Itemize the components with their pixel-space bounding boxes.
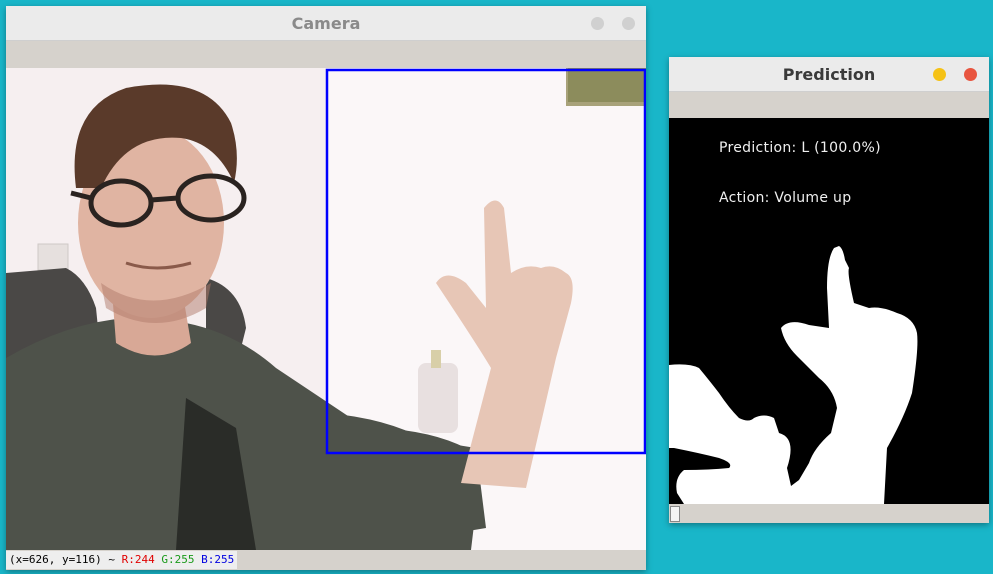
- green-value: G:255: [161, 553, 195, 566]
- hand-mask-image: Prediction: L (100.0%) Action: Volume up: [669, 118, 989, 504]
- prediction-toolbar: [669, 92, 989, 118]
- camera-image: [6, 68, 646, 550]
- camera-titlebar[interactable]: Camera: [6, 6, 646, 41]
- prediction-canvas[interactable]: Prediction: L (100.0%) Action: Volume up: [669, 118, 989, 504]
- camera-close-button[interactable]: [622, 17, 635, 30]
- camera-feed[interactable]: [6, 68, 646, 550]
- camera-window-title: Camera: [291, 13, 361, 33]
- cursor-coords: (x=626, y=116) ~: [9, 553, 115, 566]
- pixel-info: (x=626, y=116) ~ R:244 G:255 B:255: [6, 551, 238, 569]
- red-value: R:244: [121, 553, 155, 566]
- prediction-window: Prediction Prediction: L (100.0%) Action…: [669, 57, 989, 523]
- action-label: Action: Volume up: [719, 190, 851, 206]
- blue-value: B:255: [201, 553, 235, 566]
- camera-window: Camera (x=626, y=116) ~ R:244 G:255 B:25…: [6, 6, 646, 570]
- resize-handle[interactable]: [670, 506, 680, 522]
- camera-toolbar: [6, 41, 646, 68]
- prediction-minimize-button[interactable]: [933, 68, 946, 81]
- camera-minimize-button[interactable]: [591, 17, 604, 30]
- prediction-label: Prediction: L (100.0%): [719, 140, 881, 156]
- prediction-titlebar[interactable]: Prediction: [669, 57, 989, 92]
- prediction-bottom-bar: [669, 504, 989, 523]
- prediction-close-button[interactable]: [964, 68, 977, 81]
- camera-status-bar: (x=626, y=116) ~ R:244 G:255 B:255: [6, 550, 646, 570]
- prediction-window-title: Prediction: [782, 64, 876, 84]
